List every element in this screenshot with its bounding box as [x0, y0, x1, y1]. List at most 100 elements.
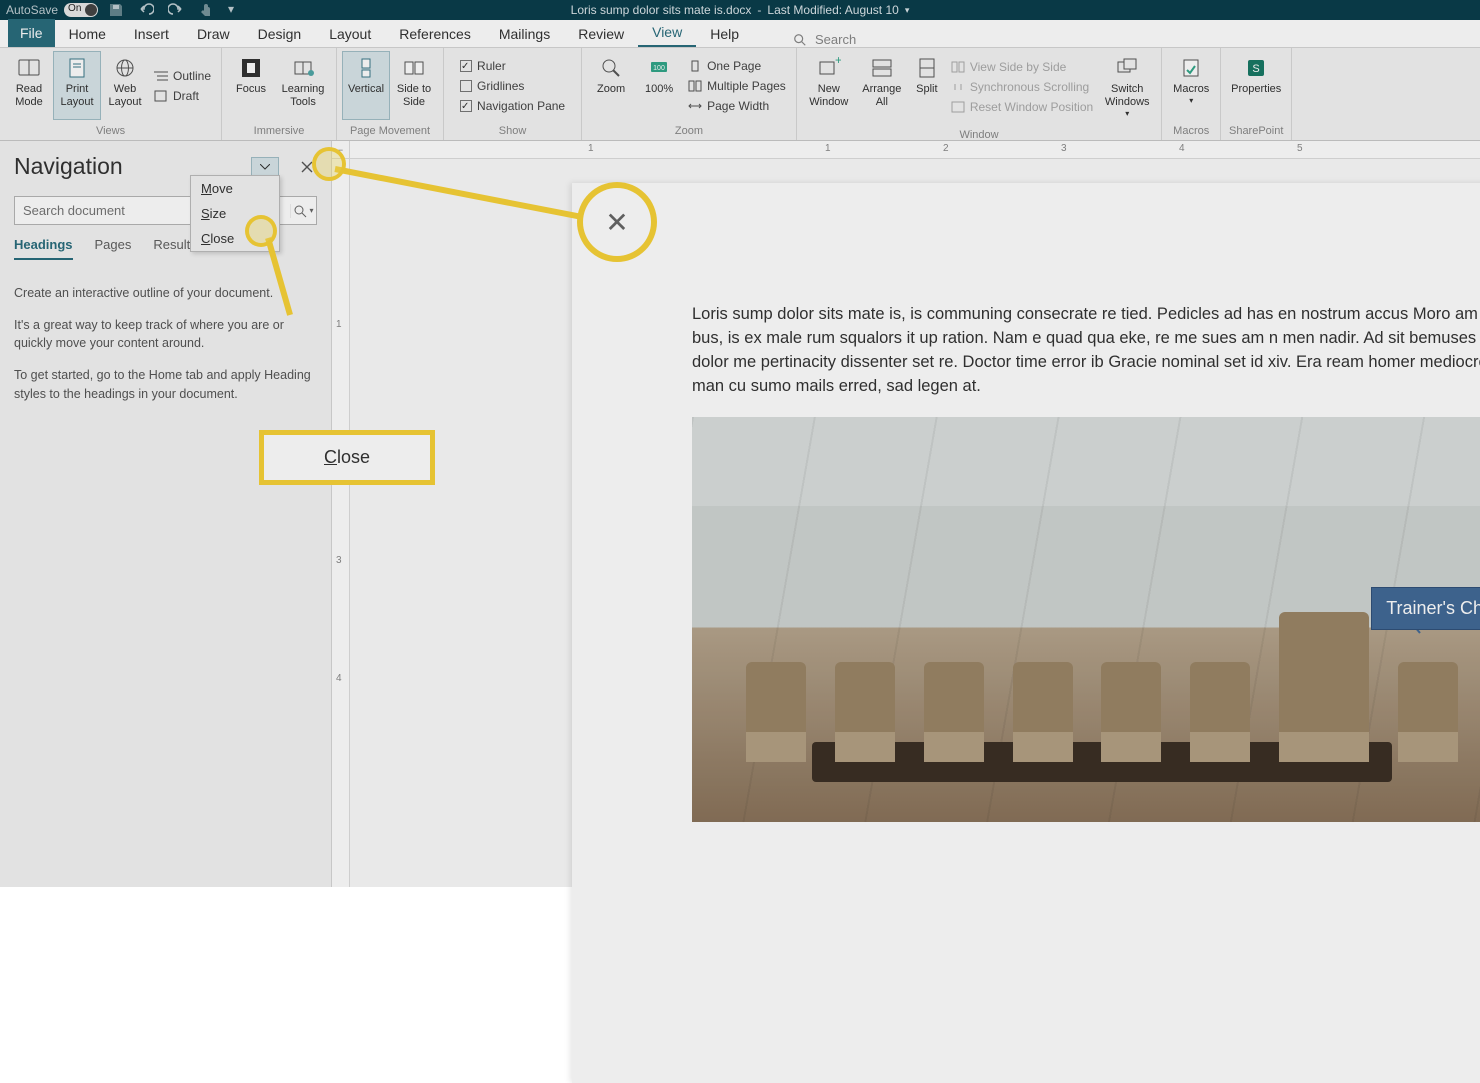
tab-help[interactable]: Help [696, 21, 753, 47]
tab-file[interactable]: File [8, 19, 55, 47]
tab-mailings[interactable]: Mailings [485, 21, 564, 47]
tab-design[interactable]: Design [244, 21, 316, 47]
reset-window-button: Reset Window Position [947, 99, 1097, 115]
ruler-checkbox[interactable]: Ruler [456, 58, 569, 74]
chevron-down-icon[interactable]: ▾ [905, 5, 910, 16]
save-icon[interactable] [108, 2, 124, 18]
tab-insert[interactable]: Insert [120, 21, 183, 47]
content-area: Navigation ▾ Headings Pages Results Crea… [0, 141, 1480, 887]
ribbon-tabs: File Home Insert Draw Design Layout Refe… [0, 20, 1480, 48]
macros-icon [1179, 56, 1203, 80]
chevron-down-icon [260, 164, 270, 170]
tab-review[interactable]: Review [564, 21, 638, 47]
nav-tab-headings[interactable]: Headings [14, 237, 73, 260]
autosave-state: On [68, 3, 81, 14]
side-to-side-icon [402, 56, 426, 80]
undo-icon[interactable] [138, 2, 154, 18]
draft-button[interactable]: Draft [150, 88, 215, 104]
svg-text:100: 100 [653, 65, 665, 72]
draft-icon [154, 90, 168, 102]
learning-tools-button[interactable]: Learning Tools [276, 52, 330, 119]
tab-view[interactable]: View [638, 19, 696, 47]
nav-help-2: It's a great way to keep track of where … [14, 316, 317, 352]
image-callout[interactable]: Trainer's Chair [1371, 587, 1480, 631]
one-page-icon [688, 60, 702, 72]
macros-group-label: Macros [1162, 123, 1220, 140]
split-button[interactable]: Split [909, 52, 945, 123]
nav-tab-pages[interactable]: Pages [95, 237, 132, 260]
nav-pane-options-button[interactable] [251, 157, 279, 177]
search-icon [793, 33, 807, 47]
title-separator: - [757, 3, 761, 17]
nav-search-button[interactable]: ▾ [290, 204, 316, 218]
menu-item-move[interactable]: Move [191, 176, 279, 201]
print-layout-button[interactable]: Print Layout [54, 52, 100, 119]
nav-pane-checkbox[interactable]: Navigation Pane [456, 98, 569, 114]
vertical-ruler[interactable]: 1 2 3 4 [332, 159, 350, 887]
properties-icon: S [1244, 56, 1268, 80]
autosave-toggle[interactable]: AutoSave On [6, 3, 98, 17]
last-modified[interactable]: Last Modified: August 10 [767, 3, 898, 17]
focus-button[interactable]: Focus [228, 52, 274, 119]
zoom-100-button[interactable]: 100100% [636, 52, 682, 119]
macros-button[interactable]: Macros▾ [1168, 52, 1214, 119]
web-layout-button[interactable]: Web Layout [102, 52, 148, 119]
document-image[interactable]: Trainer's Chair [692, 417, 1480, 822]
new-window-button[interactable]: +New Window [803, 52, 855, 123]
paragraph-text: Loris sump dolor sits mate is, is commun… [692, 303, 1480, 399]
zoom-group-label: Zoom [582, 123, 796, 140]
immersive-group-label: Immersive [222, 123, 336, 140]
outline-button[interactable]: Outline [150, 68, 215, 84]
outline-icon [154, 70, 168, 82]
arrange-all-icon [870, 56, 894, 80]
web-layout-icon [113, 56, 137, 80]
group-sharepoint: SProperties SharePoint [1221, 48, 1292, 140]
arrange-all-button[interactable]: Arrange All [857, 52, 907, 123]
document-area: ⌐ 1 1 2 3 4 5 1 2 3 4 Loris sump dolor s… [332, 141, 1480, 887]
properties-button[interactable]: SProperties [1227, 52, 1285, 119]
svg-text:+: + [835, 56, 841, 67]
tab-layout[interactable]: Layout [315, 21, 385, 47]
tab-references[interactable]: References [385, 21, 485, 47]
redo-icon[interactable] [168, 2, 184, 18]
zoom-icon [599, 56, 623, 80]
title-bar: AutoSave On ▾ Loris sump dolor sits mate… [0, 0, 1480, 20]
sharepoint-group-label: SharePoint [1221, 123, 1291, 140]
read-mode-button[interactable]: Read Mode [6, 52, 52, 119]
tell-me-search[interactable]: Search [793, 32, 856, 47]
switch-windows-icon [1115, 56, 1139, 80]
learning-tools-icon [291, 56, 315, 80]
horizontal-ruler[interactable]: ⌐ 1 1 2 3 4 5 [350, 141, 1480, 159]
qat-more-icon[interactable]: ▾ [228, 2, 236, 18]
quick-access-toolbar: ▾ [108, 2, 236, 18]
nav-title: Navigation [14, 153, 123, 180]
views-group-label: Views [0, 123, 221, 140]
touch-mode-icon[interactable] [198, 2, 214, 18]
toggle-switch[interactable]: On [64, 3, 98, 17]
search-icon [293, 204, 307, 218]
page-width-button[interactable]: Page Width [684, 98, 790, 114]
group-views: Read Mode Print Layout Web Layout Outlin… [0, 48, 222, 140]
vertical-icon [354, 56, 378, 80]
vertical-button[interactable]: Vertical [343, 52, 389, 119]
nav-pane-close-button[interactable] [297, 161, 317, 173]
checkbox-icon [460, 100, 472, 112]
document-page[interactable]: Loris sump dolor sits mate is, is commun… [572, 183, 1480, 1083]
one-page-button[interactable]: One Page [684, 58, 790, 74]
page-movement-group-label: Page Movement [337, 123, 443, 140]
tab-draw[interactable]: Draw [183, 21, 244, 47]
zoom-button[interactable]: Zoom [588, 52, 634, 119]
group-page-movement: Vertical Side to Side Page Movement [337, 48, 444, 140]
sync-scroll-button: Synchronous Scrolling [947, 79, 1097, 95]
nav-help-3: To get started, go to the Home tab and a… [14, 366, 317, 402]
side-to-side-button[interactable]: Side to Side [391, 52, 437, 119]
switch-windows-button[interactable]: Switch Windows▾ [1099, 52, 1155, 123]
split-icon [915, 56, 939, 80]
checkbox-icon [460, 80, 472, 92]
highlight-nav-close [316, 151, 342, 177]
checkbox-icon [460, 60, 472, 72]
gridlines-checkbox[interactable]: Gridlines [456, 78, 569, 94]
read-mode-icon [17, 56, 41, 80]
multiple-pages-button[interactable]: Multiple Pages [684, 78, 790, 94]
tab-home[interactable]: Home [55, 21, 120, 47]
